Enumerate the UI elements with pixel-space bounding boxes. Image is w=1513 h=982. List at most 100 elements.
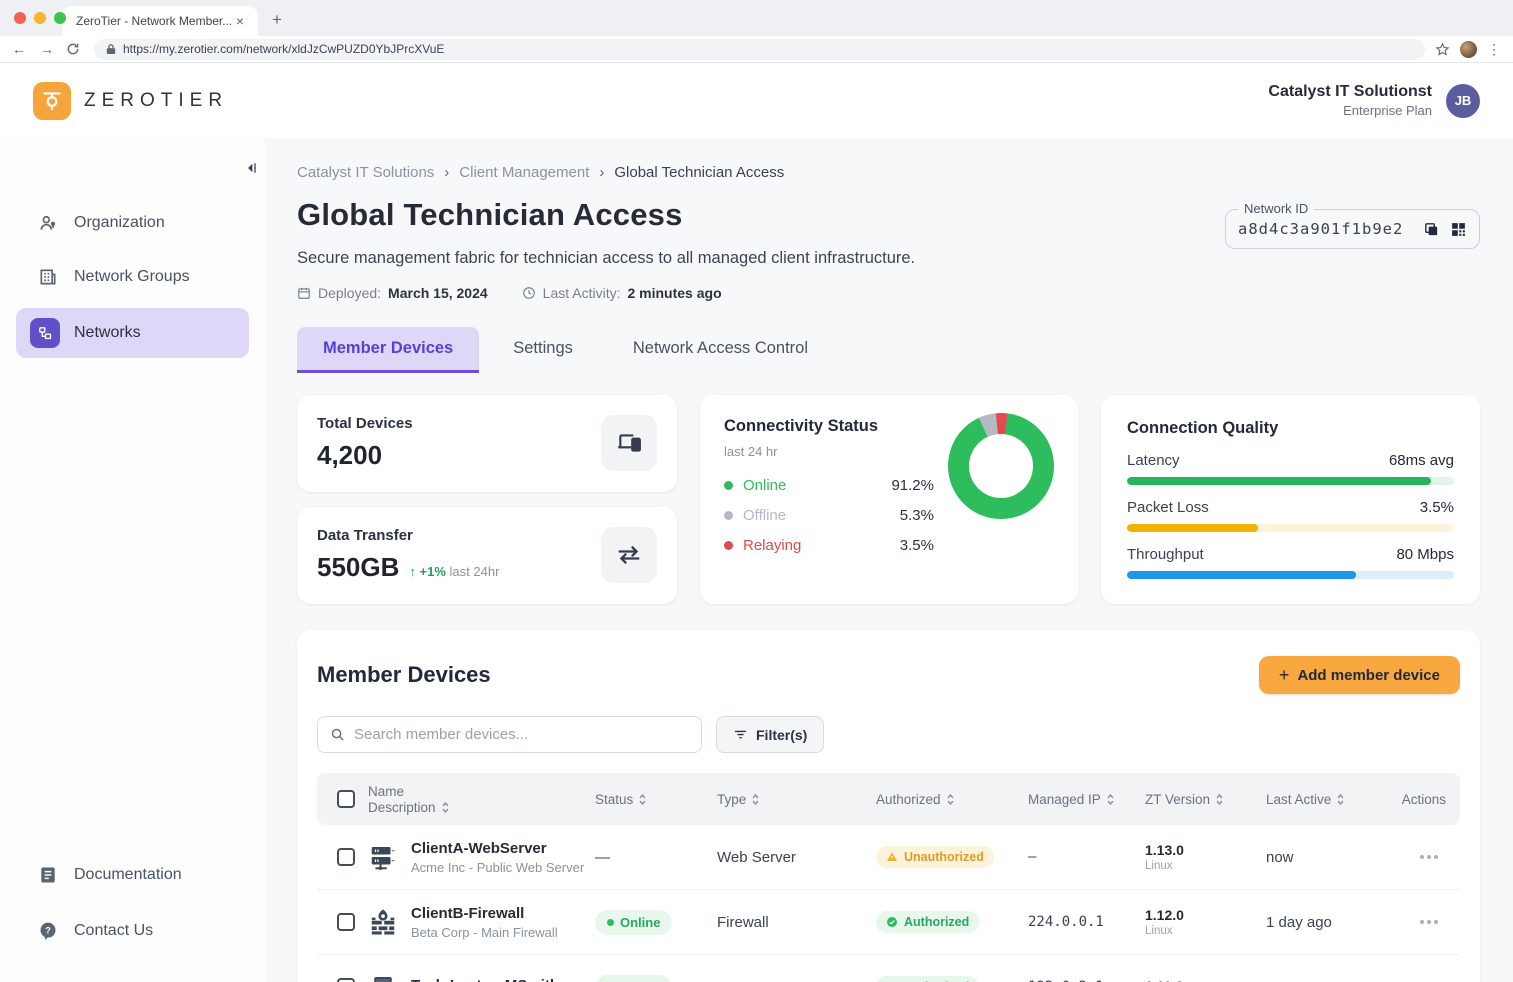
network-id-field: Network ID a8d4c3a901f1b9e2: [1225, 201, 1480, 249]
plus-icon: +: [1278, 664, 1290, 685]
sort-icon[interactable]: [946, 793, 955, 806]
sort-icon[interactable]: [1106, 793, 1115, 806]
column-header-zt-version[interactable]: ZT Version: [1145, 792, 1266, 807]
tab-network-access-control[interactable]: Network Access Control: [607, 327, 834, 373]
type-cell: Laptop: [717, 979, 876, 982]
row-checkbox[interactable]: [337, 913, 355, 931]
sidebar-item-organization[interactable]: Organization: [0, 200, 265, 246]
zt-version-cell: 1.13.0 Linux: [1145, 842, 1184, 872]
sort-icon[interactable]: [1215, 793, 1224, 806]
legend-row-offline: Offline 5.3%: [724, 507, 934, 524]
browser-profile-avatar[interactable]: [1460, 40, 1477, 58]
sort-icon[interactable]: [441, 801, 450, 814]
row-actions-menu-icon[interactable]: [1380, 920, 1460, 924]
online-status-badge: Online: [595, 974, 673, 982]
sort-icon[interactable]: [751, 793, 760, 806]
online-dot-icon: [607, 918, 614, 926]
breadcrumb-item[interactable]: Client Management: [459, 164, 589, 181]
sort-icon[interactable]: [1336, 793, 1345, 806]
page-tabs: Member Devices Settings Network Access C…: [297, 327, 1480, 373]
authorized-badge: Authorized: [876, 911, 980, 933]
trend-up-icon: ↑: [409, 564, 416, 579]
chevron-right-icon: ›: [444, 164, 450, 181]
browser-menu-icon[interactable]: ⋮: [1487, 41, 1501, 58]
sidebar-item-label: Networks: [74, 324, 141, 341]
main-content: Catalyst IT Solutions › Client Managemen…: [265, 138, 1513, 982]
data-transfer-card: Data Transfer 550GB ↑ +1% last 24hr: [297, 507, 677, 604]
filters-button[interactable]: Filter(s): [716, 716, 825, 753]
row-checkbox[interactable]: [337, 848, 355, 866]
sort-icon[interactable]: [638, 793, 647, 806]
online-status-badge: Online: [595, 909, 673, 935]
last-activity-label: Last Activity:: [542, 285, 621, 301]
member-devices-title: Member Devices: [317, 662, 491, 687]
search-input[interactable]: [354, 726, 689, 743]
warning-icon: [886, 851, 898, 863]
filter-icon: [733, 727, 748, 742]
transfer-arrows-icon: [601, 527, 657, 583]
unauthorized-badge: Unauthorized: [876, 846, 994, 868]
row-actions-menu-icon[interactable]: [1380, 855, 1460, 859]
calendar-icon: [297, 286, 311, 300]
sidebar-item-networks[interactable]: Networks: [16, 308, 249, 358]
lock-icon: [106, 43, 116, 55]
column-header-last-active[interactable]: Last Active: [1266, 792, 1380, 807]
column-header-name[interactable]: Name Description: [368, 784, 595, 815]
add-member-device-button[interactable]: + Add member device: [1258, 656, 1460, 694]
table-row[interactable]: ClientA-WebServer Acme Inc - Public Web …: [317, 825, 1460, 890]
row-checkbox[interactable]: [337, 978, 355, 982]
type-cell: Web Server: [717, 848, 796, 866]
sidebar-item-label: Contact Us: [74, 922, 154, 939]
network-groups-icon: [38, 267, 58, 287]
org-name: Catalyst IT Solutionst: [1268, 83, 1432, 100]
managed-ip-cell: 224.0.0.1: [1028, 914, 1104, 930]
minimize-window-button[interactable]: [34, 12, 46, 24]
bookmark-star-icon[interactable]: [1435, 42, 1450, 57]
url-text: https://my.zerotier.com/network/xldJzCwP…: [123, 42, 445, 56]
browser-tab[interactable]: ZeroTier - Network Member... ×: [62, 6, 258, 36]
reload-icon[interactable]: [66, 42, 84, 56]
qr-code-icon[interactable]: [1450, 221, 1467, 238]
relaying-dot-icon: [724, 541, 733, 550]
devices-icon: [601, 415, 657, 471]
sidebar-item-contact-us[interactable]: ? Contact Us: [0, 908, 265, 954]
chevron-right-icon: ›: [599, 164, 605, 181]
zt-version-cell: 1.12.0 Linux: [1145, 907, 1184, 937]
trend-text: ↑ +1% last 24hr: [409, 564, 500, 579]
sidebar-item-documentation[interactable]: Documentation: [0, 852, 265, 898]
sidebar-item-label: Network Groups: [74, 268, 190, 285]
user-avatar[interactable]: JB: [1446, 83, 1480, 118]
deployed-label: Deployed:: [318, 285, 382, 301]
forward-icon[interactable]: →: [38, 41, 56, 57]
offline-dot-icon: [724, 511, 733, 520]
laptop-icon: [368, 972, 398, 982]
table-row[interactable]: Tech-Laptop-MSmith Online Laptop: [317, 955, 1460, 982]
browser-toolbar: ← → https://my.zerotier.com/network/xldJ…: [0, 36, 1513, 63]
table-row[interactable]: ClientB-Firewall Beta Corp - Main Firewa…: [317, 890, 1460, 955]
device-description: Beta Corp - Main Firewall: [411, 924, 558, 940]
breadcrumb: Catalyst IT Solutions › Client Managemen…: [297, 164, 1480, 181]
check-circle-icon: [886, 916, 898, 928]
column-header-authorized[interactable]: Authorized: [876, 792, 1028, 807]
column-header-type[interactable]: Type: [717, 792, 876, 807]
sidebar-item-network-groups[interactable]: Network Groups: [0, 254, 265, 300]
sidebar-collapse-icon[interactable]: [243, 160, 259, 176]
packet-loss-bar: [1127, 524, 1454, 532]
tab-settings[interactable]: Settings: [487, 327, 599, 373]
maximize-window-button[interactable]: [54, 12, 66, 24]
search-field[interactable]: [317, 716, 702, 753]
tab-close-icon[interactable]: ×: [232, 13, 248, 29]
new-tab-button[interactable]: +: [272, 10, 282, 30]
select-all-checkbox[interactable]: [337, 790, 355, 808]
tab-member-devices[interactable]: Member Devices: [297, 327, 480, 373]
url-bar[interactable]: https://my.zerotier.com/network/xldJzCwP…: [94, 38, 1425, 60]
column-header-managed-ip[interactable]: Managed IP: [1028, 792, 1145, 807]
browser-tab-strip: ZeroTier - Network Member... × +: [0, 0, 1513, 36]
breadcrumb-item[interactable]: Catalyst IT Solutions: [297, 164, 434, 181]
close-window-button[interactable]: [14, 12, 26, 24]
back-icon[interactable]: ←: [10, 41, 28, 57]
column-header-status[interactable]: Status: [595, 792, 717, 807]
authorized-badge: Authorized: [876, 976, 980, 982]
copy-icon[interactable]: [1423, 221, 1440, 238]
window-controls[interactable]: [14, 12, 66, 24]
